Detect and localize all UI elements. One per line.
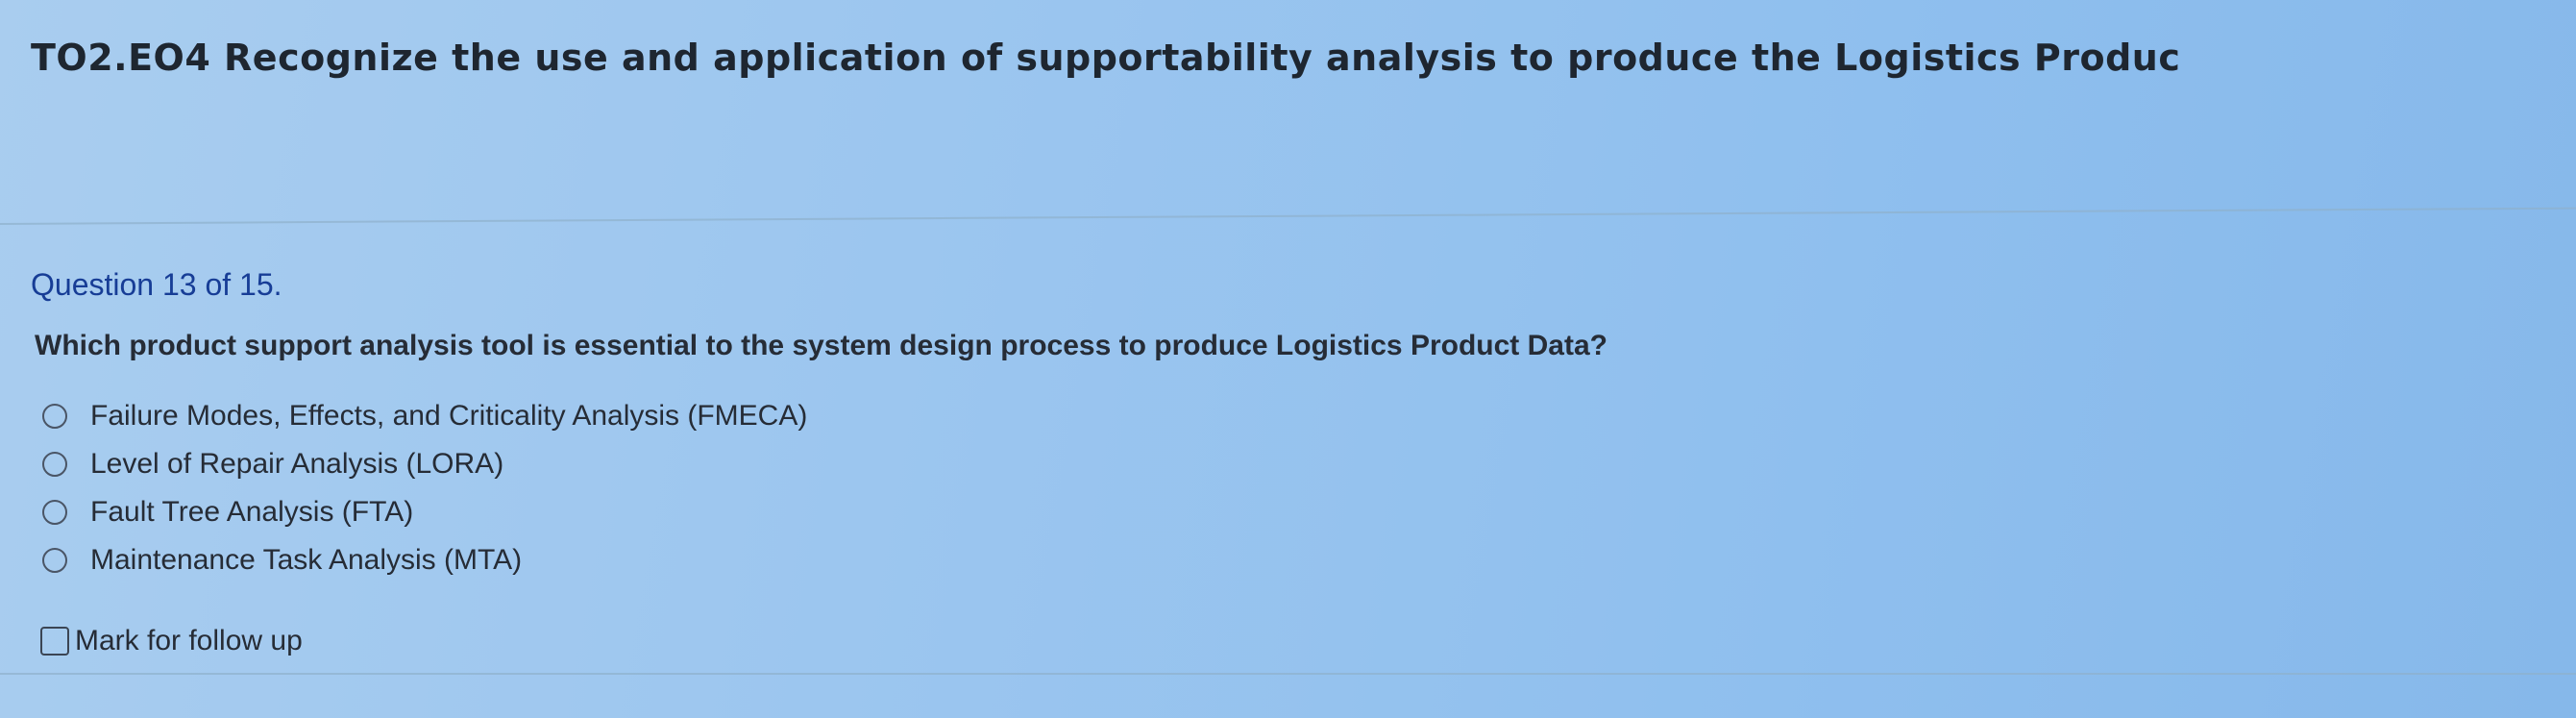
radio-button-icon[interactable] bbox=[42, 500, 67, 525]
answer-option-label: Maintenance Task Analysis (MTA) bbox=[90, 544, 523, 576]
answer-option-label: Level of Repair Analysis (LORA) bbox=[90, 448, 504, 480]
radio-button-icon[interactable] bbox=[42, 404, 67, 429]
answer-option-fta[interactable]: Fault Tree Analysis (FTA) bbox=[42, 488, 807, 536]
answer-option-fmeca[interactable]: Failure Modes, Effects, and Criticality … bbox=[42, 392, 807, 440]
answer-option-label: Failure Modes, Effects, and Criticality … bbox=[90, 400, 808, 432]
mark-for-follow-up[interactable]: Mark for follow up bbox=[40, 625, 303, 657]
footer-divider bbox=[0, 673, 2576, 675]
header-divider bbox=[0, 207, 2576, 225]
follow-up-label: Mark for follow up bbox=[75, 625, 303, 656]
answer-option-label: Fault Tree Analysis (FTA) bbox=[90, 496, 414, 528]
answer-option-lora[interactable]: Level of Repair Analysis (LORA) bbox=[42, 440, 807, 488]
page-title: TO2.EO4 Recognize the use and applicatio… bbox=[31, 37, 2181, 79]
answer-option-mta[interactable]: Maintenance Task Analysis (MTA) bbox=[42, 536, 807, 584]
checkbox-icon[interactable] bbox=[40, 627, 69, 656]
answer-options: Failure Modes, Effects, and Criticality … bbox=[42, 392, 807, 584]
radio-button-icon[interactable] bbox=[42, 452, 67, 477]
radio-button-icon[interactable] bbox=[42, 548, 67, 573]
question-number: Question 13 of 15. bbox=[31, 267, 282, 302]
question-text: Which product support analysis tool is e… bbox=[35, 330, 1607, 361]
